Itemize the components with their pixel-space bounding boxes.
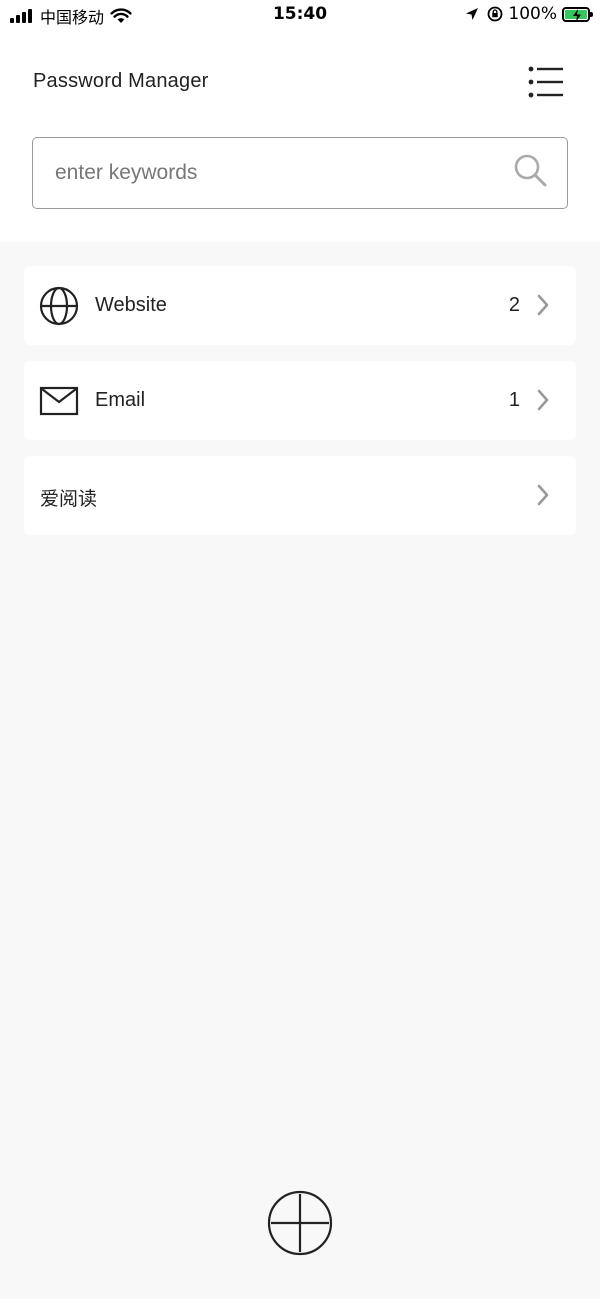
rotation-lock-icon	[487, 6, 503, 22]
chevron-right-icon	[537, 484, 549, 506]
chevron-right-icon	[537, 389, 549, 411]
search-icon	[514, 154, 547, 187]
search-input[interactable]	[55, 138, 505, 207]
location-arrow-icon	[466, 8, 479, 20]
menu-button[interactable]	[528, 66, 564, 98]
battery-percentage: 100%	[508, 4, 557, 24]
category-label: 爱阅读	[40, 488, 98, 510]
app-header: Password Manager	[0, 32, 600, 242]
category-item-email[interactable]: Email 1	[24, 361, 576, 440]
category-item-ai-yuedu[interactable]: 爱阅读	[24, 456, 576, 535]
category-count: 1	[508, 389, 520, 411]
category-item-website[interactable]: Website 2	[24, 266, 576, 345]
list-menu-icon	[528, 66, 563, 98]
category-label: Website	[95, 294, 167, 316]
search-button[interactable]	[511, 152, 551, 192]
globe-icon	[39, 286, 79, 326]
envelope-icon	[39, 386, 79, 416]
plus-circle-icon	[267, 1190, 333, 1256]
battery-icon	[562, 6, 593, 22]
status-right: 100%	[464, 4, 593, 24]
category-count: 2	[508, 294, 520, 316]
category-label: Email	[95, 389, 146, 411]
search-box	[32, 137, 568, 209]
add-item-button[interactable]	[267, 1190, 333, 1256]
category-list: Website 2 Email 1 爱阅读	[24, 266, 576, 551]
page-title: Password Manager	[33, 70, 209, 92]
status-bar: 中国移动 15:40 100%	[0, 0, 600, 32]
app-screen: 中国移动 15:40 100% Password Manager enter k…	[0, 0, 600, 1299]
chevron-right-icon	[537, 294, 549, 316]
